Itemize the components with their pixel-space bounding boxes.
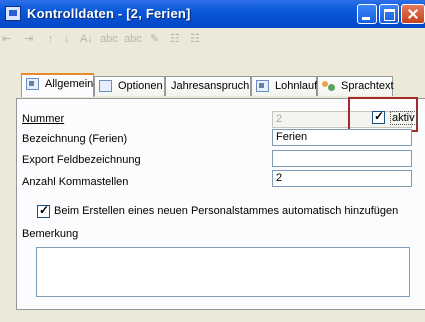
bemerkung-label: Bemerkung (22, 228, 79, 240)
first-record-icon[interactable]: ⇤ (2, 32, 11, 46)
tab-sprachtext[interactable]: Sprachtext (317, 76, 394, 96)
general-icon (26, 78, 39, 90)
tab-label: Lohnlauf (275, 80, 318, 92)
maximize-button[interactable] (379, 4, 399, 24)
kommastellen-field[interactable]: 2 (272, 170, 412, 187)
aktiv-label[interactable]: aktiv (390, 111, 417, 125)
kommastellen-label: Anzahl Kommastellen (22, 176, 129, 188)
aktiv-checkbox[interactable]: ✓ (372, 110, 385, 124)
sort-icon[interactable]: A↓ (80, 32, 93, 46)
tab-jahresanspruch[interactable]: Jahresanspruch (165, 76, 251, 96)
window-title: Kontrolldaten - [2, Ferien] (27, 6, 191, 21)
options-icon (99, 80, 112, 92)
spellcheck-options-icon[interactable]: abc (124, 32, 142, 46)
edit-icon[interactable]: ✎ (150, 32, 159, 46)
export-field[interactable] (272, 150, 412, 167)
move-down-icon[interactable]: ↓ (64, 32, 70, 46)
bemerkung-textarea[interactable] (36, 247, 410, 297)
app-icon (5, 6, 21, 21)
minimize-button[interactable] (357, 4, 377, 24)
tab-lohnlauf[interactable]: Lohnlauf (251, 76, 317, 96)
tab-allgemein[interactable]: Allgemein (21, 73, 94, 97)
move-up-icon[interactable]: ↑ (48, 32, 54, 46)
close-button[interactable] (401, 4, 425, 24)
tab-label: Sprachtext (341, 80, 394, 92)
grid-icon[interactable]: ☷ (190, 32, 200, 46)
pay-run-icon (256, 80, 269, 92)
last-record-icon[interactable]: ⇥ (24, 32, 33, 46)
bezeichnung-label: Bezeichnung (Ferien) (22, 133, 128, 145)
tab-label: Optionen (118, 80, 163, 92)
toolbar: ⇤ ⇥ ↑ ↓ A↓ abc abc ✎ ☷ ☷ (0, 28, 425, 50)
tab-label: Jahresanspruch (171, 80, 250, 92)
columns-icon[interactable]: ☷ (170, 32, 180, 46)
export-label: Export Feldbezeichnung (22, 154, 141, 166)
auto-add-checkbox[interactable]: ✓ (37, 204, 50, 218)
auto-add-label[interactable]: Beim Erstellen eines neuen Personalstamm… (54, 205, 398, 217)
tab-optionen[interactable]: Optionen (94, 76, 165, 96)
language-icon (322, 80, 335, 92)
spellcheck-icon[interactable]: abc (100, 32, 118, 46)
title-bar[interactable]: Kontrolldaten - [2, Ferien] (0, 0, 425, 28)
tab-label: Allgemein (45, 78, 94, 90)
nummer-label: Nummer (22, 113, 65, 125)
dialog-window: Kontrolldaten - [2, Ferien] ⇤ ⇥ ↑ ↓ A↓ a… (0, 0, 425, 322)
bezeichnung-field[interactable]: Ferien (272, 129, 412, 146)
